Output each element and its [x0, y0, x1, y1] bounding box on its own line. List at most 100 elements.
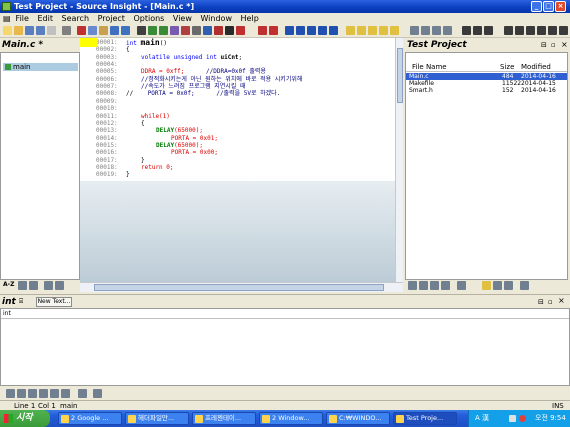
menu-view[interactable]: View [170, 13, 195, 24]
dock-icon[interactable]: ▫ [551, 41, 556, 49]
tree-icon[interactable] [430, 281, 439, 290]
tool-icon[interactable] [548, 26, 557, 35]
redo-icon[interactable] [121, 26, 130, 35]
column-modified[interactable]: Modified [521, 63, 551, 72]
save-all-icon[interactable] [36, 26, 45, 35]
menu-file[interactable]: File [13, 13, 32, 24]
folder-icon[interactable] [368, 26, 377, 35]
minimize-button[interactable]: _ [531, 1, 542, 12]
task-header[interactable]: 헤더파일만... [125, 412, 189, 425]
find-next-icon[interactable] [148, 26, 157, 35]
pin-icon[interactable]: ⊟ [538, 298, 544, 306]
back-icon[interactable] [285, 26, 294, 35]
task-cmd[interactable]: C:₩WINDO... [326, 412, 390, 425]
task-presentation[interactable]: 프레젠테이... [192, 412, 256, 425]
jump-icon[interactable] [39, 389, 48, 398]
scroll-thumb[interactable] [397, 48, 403, 103]
security-icon[interactable] [519, 415, 526, 422]
column-file-name[interactable]: File Name [412, 63, 447, 72]
panel-icon[interactable] [526, 26, 535, 35]
list-view-icon[interactable] [18, 281, 27, 290]
more-icon[interactable] [559, 26, 568, 35]
symbol-item-main[interactable]: main [3, 63, 78, 71]
options-icon[interactable] [55, 281, 64, 290]
tile-icon[interactable] [432, 26, 441, 35]
task-windows[interactable]: 2 Window... [259, 412, 323, 425]
context-icon[interactable] [225, 26, 234, 35]
book-icon[interactable] [28, 389, 37, 398]
close-button[interactable]: × [555, 1, 566, 12]
rename-icon[interactable] [50, 389, 59, 398]
search-icon[interactable] [137, 26, 146, 35]
editor-vertical-scrollbar[interactable] [395, 38, 403, 282]
sort-az-icon[interactable]: A-Z [3, 281, 14, 288]
view-icon[interactable] [504, 26, 513, 35]
menu-window[interactable]: Window [197, 13, 235, 24]
doc-icon[interactable]: ▤ [0, 13, 11, 24]
open-project-icon[interactable] [357, 26, 366, 35]
browse-icon[interactable] [192, 26, 201, 35]
relation-icon[interactable] [473, 26, 482, 35]
project-icon[interactable] [346, 26, 355, 35]
forward-icon[interactable] [296, 26, 305, 35]
outline-icon[interactable] [515, 26, 524, 35]
print-icon[interactable] [62, 26, 71, 35]
scroll-thumb[interactable] [94, 284, 384, 291]
close-panel-icon[interactable]: × [558, 296, 565, 305]
new-icon[interactable] [3, 26, 12, 35]
editor-horizontal-scrollbar[interactable] [80, 282, 403, 292]
bookmark-icon[interactable] [258, 26, 267, 35]
find-prev-icon[interactable] [159, 26, 168, 35]
paste-icon[interactable] [99, 26, 108, 35]
filter-icon[interactable] [44, 281, 53, 290]
settings-icon[interactable] [520, 281, 529, 290]
copy-icon[interactable] [88, 26, 97, 35]
symbol-icon[interactable] [203, 26, 212, 35]
open-folder-icon[interactable] [482, 281, 491, 290]
menu-help[interactable]: Help [238, 13, 262, 24]
context-panel[interactable]: int [0, 308, 570, 386]
remove-file-icon[interactable] [390, 26, 399, 35]
save-icon[interactable] [25, 26, 34, 35]
sort-icon[interactable] [457, 281, 466, 290]
add-file-icon[interactable] [379, 26, 388, 35]
close-panel-icon[interactable]: × [561, 40, 568, 49]
go-icon[interactable] [307, 26, 316, 35]
code-editor[interactable]: 00001: int main() 00002: {00003: volatile un… [80, 38, 395, 181]
clip-icon[interactable] [537, 26, 546, 35]
ime-indicator[interactable]: A 漢 [475, 410, 489, 427]
jump-icon[interactable] [214, 26, 223, 35]
pin-icon[interactable]: ⊟ [541, 41, 547, 49]
lock-icon[interactable] [78, 389, 87, 398]
maximize-button[interactable]: □ [543, 1, 554, 12]
new-text-button[interactable]: New Text... [36, 297, 72, 307]
context-window-icon[interactable] [484, 26, 493, 35]
lookup-icon[interactable] [6, 389, 15, 398]
lookup-icon[interactable] [181, 26, 190, 35]
cascade-icon[interactable] [443, 26, 452, 35]
start-button[interactable]: 시작 [0, 410, 50, 427]
task-google[interactable]: 2 Google ... [58, 412, 122, 425]
cut-icon[interactable] [77, 26, 86, 35]
editor-empty-area[interactable] [80, 181, 395, 282]
open-icon[interactable] [14, 26, 23, 35]
sync-icon[interactable] [93, 389, 102, 398]
context-icon[interactable]: ⌸ [19, 297, 23, 306]
replace-icon[interactable] [170, 26, 179, 35]
link-icon[interactable] [318, 26, 327, 35]
grid-icon[interactable] [441, 281, 450, 290]
details-icon[interactable] [419, 281, 428, 290]
split-icon[interactable] [421, 26, 430, 35]
add-icon[interactable] [504, 281, 513, 290]
menu-search[interactable]: Search [59, 13, 92, 24]
dock-icon[interactable]: ▫ [548, 298, 553, 306]
layout-icon[interactable] [410, 26, 419, 35]
file-row[interactable]: Makefile 11522 2014-04-15 [406, 80, 567, 87]
bookmark-list-icon[interactable] [269, 26, 278, 35]
file-row[interactable]: Smart.h 152 2014-04-16 [406, 87, 567, 94]
task-source-insight[interactable]: Test Proje... [393, 412, 457, 425]
sync-icon[interactable] [329, 26, 338, 35]
menu-project[interactable]: Project [95, 13, 128, 24]
menu-edit[interactable]: Edit [34, 13, 56, 24]
undo-icon[interactable] [110, 26, 119, 35]
